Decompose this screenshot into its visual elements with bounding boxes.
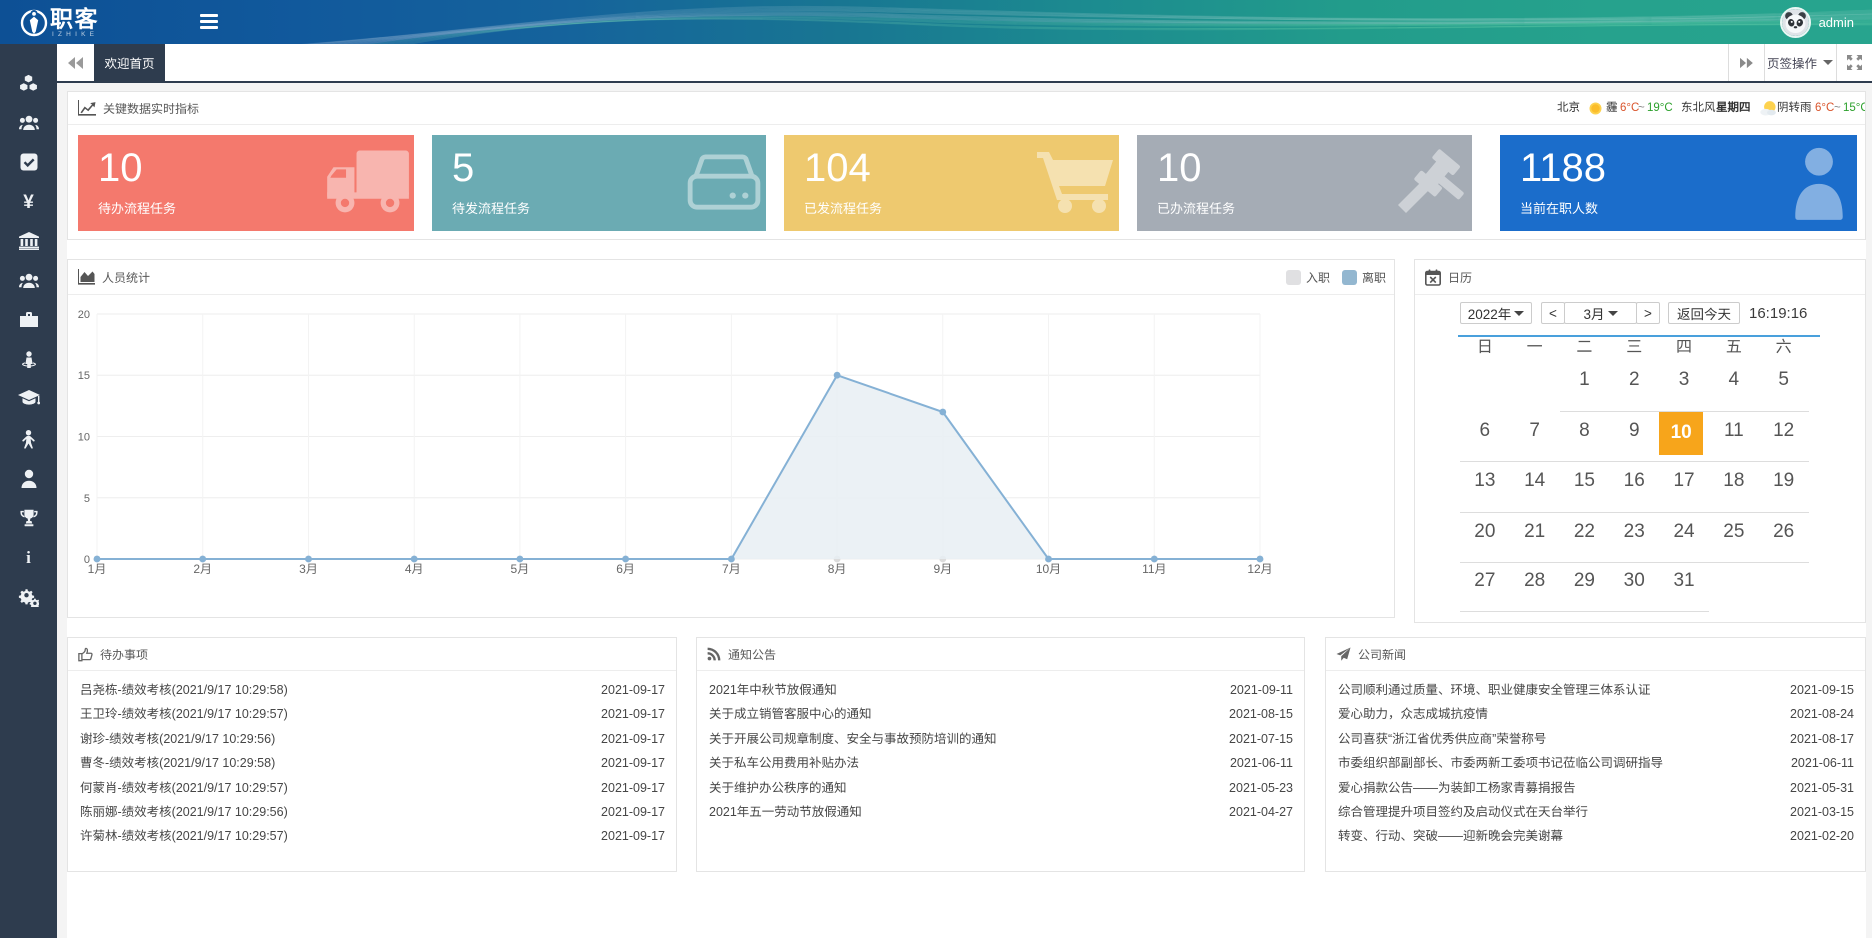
svg-text:1月: 1月 <box>88 562 107 576</box>
svg-text:3月: 3月 <box>299 562 318 576</box>
svg-text:11月: 11月 <box>1142 562 1166 576</box>
svg-text:7月: 7月 <box>722 562 741 576</box>
svg-text:5: 5 <box>84 493 90 505</box>
svg-text:10月: 10月 <box>1036 562 1061 576</box>
svg-text:5月: 5月 <box>511 562 530 576</box>
svg-text:6月: 6月 <box>616 562 635 576</box>
svg-text:8月: 8月 <box>828 562 847 576</box>
svg-text:4月: 4月 <box>405 562 424 576</box>
svg-text:10: 10 <box>78 432 90 444</box>
svg-text:20: 20 <box>78 309 90 321</box>
svg-text:15: 15 <box>78 370 90 382</box>
svg-text:12月: 12月 <box>1247 562 1272 576</box>
svg-text:2月: 2月 <box>193 562 212 576</box>
svg-text:9月: 9月 <box>933 562 952 576</box>
